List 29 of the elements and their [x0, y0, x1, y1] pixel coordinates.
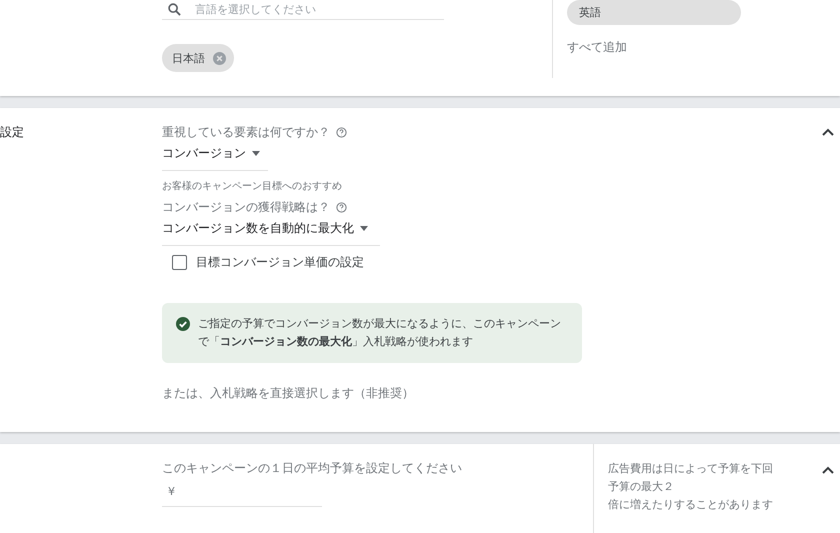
info-text: ご指定の予算でコンバージョン数が最大になるように、このキャンペーンで「コンバージョン数の最大化」入札戦略が使われます	[198, 316, 562, 350]
direct-select-link[interactable]: または、入札戦略を直接選択します（非推奨）	[162, 385, 840, 402]
strategy-dropdown[interactable]: コンバージョン数を自動的に最大化	[162, 216, 380, 246]
field-label: コンバージョンの獲得戦略は？	[162, 199, 330, 216]
search-icon	[168, 3, 181, 16]
add-all-link[interactable]: すべて追加	[567, 39, 797, 56]
field-label: このキャンペーンの１日の平均予算を設定してください	[162, 460, 462, 477]
checkbox-label: 目標コンバージョン単価の設定	[196, 254, 364, 271]
chip-label: 日本語	[172, 50, 205, 66]
section-toggle[interactable]	[822, 128, 834, 136]
collapse-icon	[822, 128, 834, 136]
budget-field[interactable]: ¥	[162, 477, 322, 507]
check-circle-icon	[176, 317, 190, 331]
help-text: 予算の最大２	[608, 479, 675, 495]
checkbox[interactable]	[172, 255, 187, 270]
section-title: 設定	[0, 124, 25, 141]
help-text: 広告費用は日によって予算を下回	[608, 461, 774, 477]
collapse-icon	[822, 466, 834, 474]
field-label: 重視している要素は何ですか？	[162, 124, 330, 141]
language-option[interactable]: 英語	[567, 0, 741, 25]
section-toggle[interactable]	[822, 466, 834, 474]
currency-symbol: ¥	[168, 485, 175, 498]
recommendation-note: お客様のキャンペーン目標へのおすすめ	[162, 180, 343, 193]
focus-dropdown[interactable]: コンバージョン	[162, 141, 268, 171]
help-icon[interactable]	[336, 127, 347, 138]
help-text: 倍に増えたりすることがあります	[608, 497, 774, 513]
help-icon[interactable]	[336, 202, 347, 213]
caret-icon	[360, 226, 368, 231]
caret-icon	[252, 151, 260, 156]
